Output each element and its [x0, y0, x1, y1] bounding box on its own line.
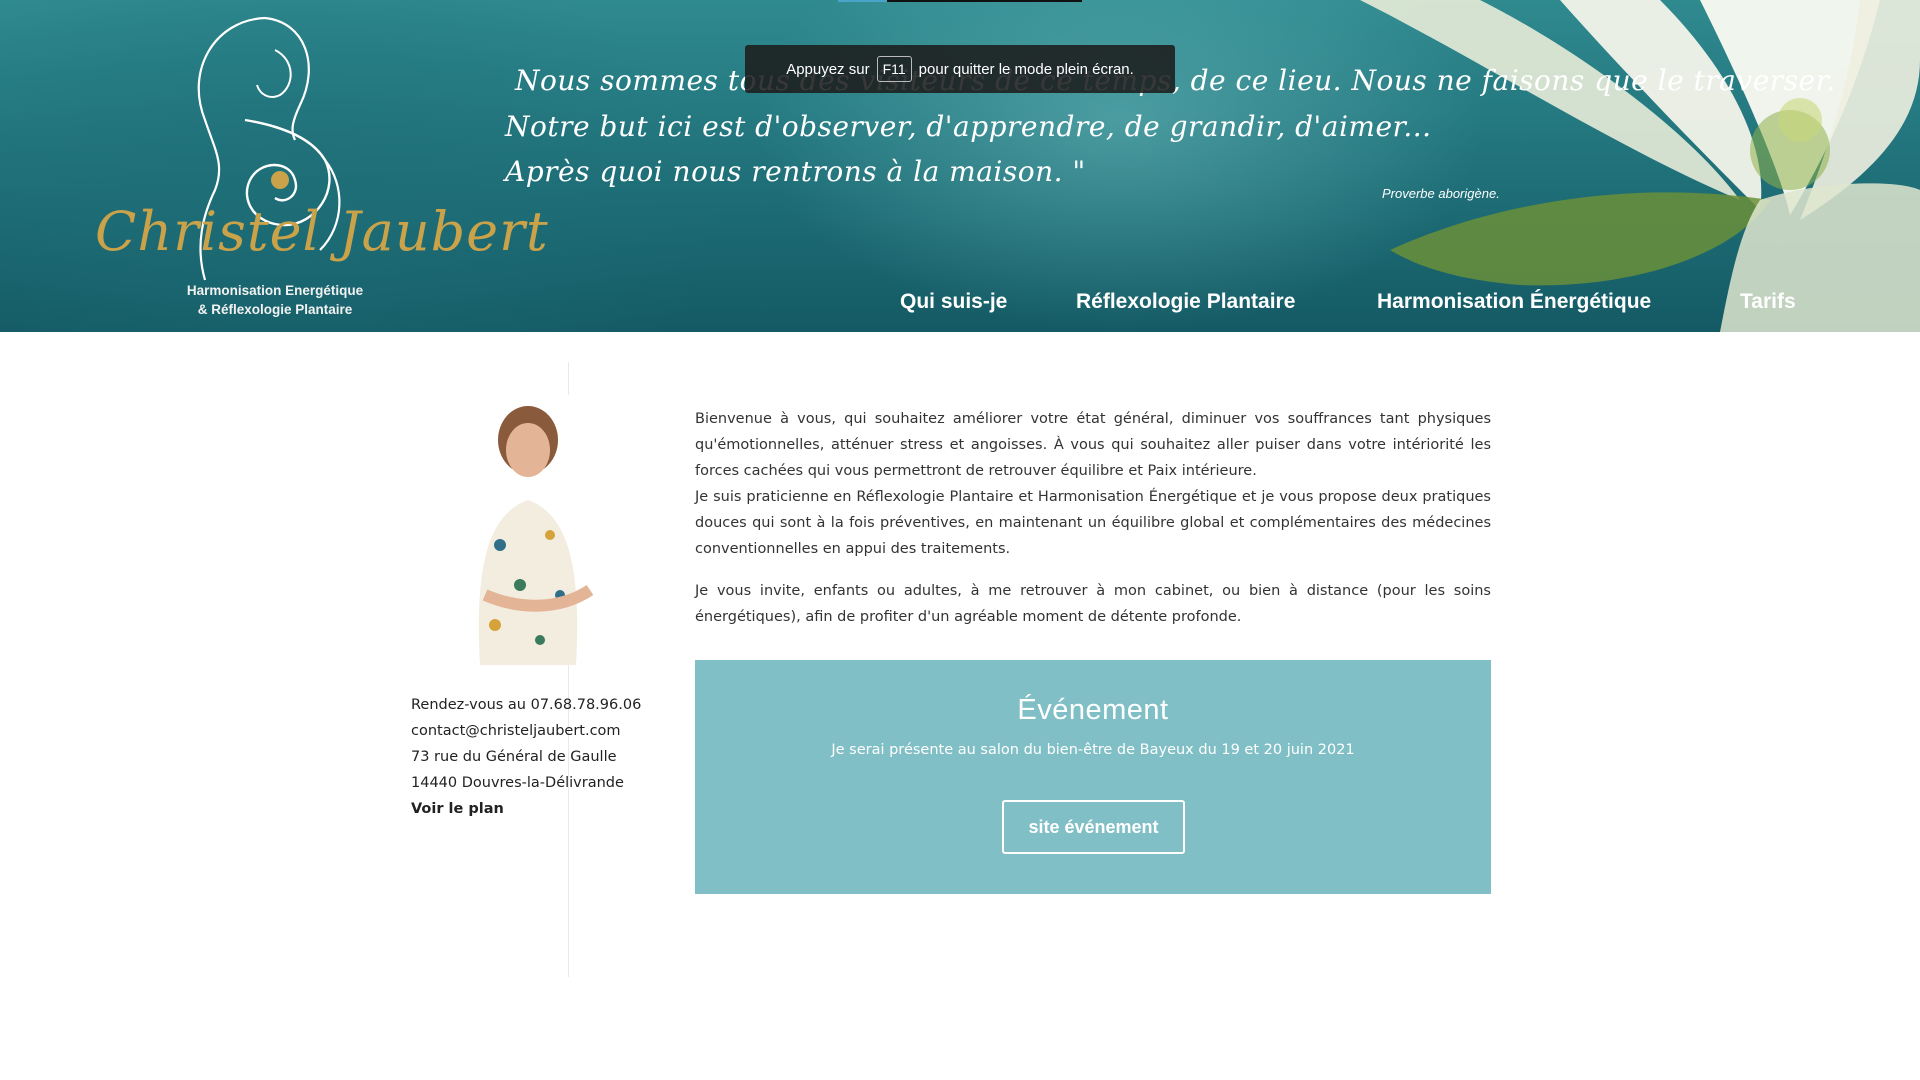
quote-source: Proverbe aborigène. — [1382, 186, 1500, 201]
main-nav: Qui suis-je Réflexologie Plantaire Harmo… — [0, 290, 1920, 320]
contact-city: 14440 Douvres-la-Délivrande — [411, 775, 624, 791]
intro-p1: Bienvenue à vous, qui souhaitez améliore… — [695, 411, 1491, 479]
portrait-photo — [440, 395, 620, 665]
nav-item-reflexologie[interactable]: Réflexologie Plantaire — [1076, 290, 1295, 314]
nav-item-tarifs[interactable]: Tarifs — [1740, 290, 1796, 314]
contact-phone[interactable]: Rendez-vous au 07.68.78.96.06 — [411, 697, 641, 713]
intro-paragraph-invite: Je vous invite, enfants ou adultes, à me… — [695, 583, 1491, 625]
f11-key: F11 — [876, 56, 912, 82]
quote-line-2: Notre but ici est d'observer, d'apprendr… — [505, 110, 1432, 143]
pregnant-woman-spiral-icon[interactable] — [95, 10, 455, 325]
logo-name: Christel Jaubert — [95, 200, 549, 263]
intro-p2: Je suis praticienne en Réflexologie Plan… — [695, 489, 1491, 557]
event-box: Événement Je serai présente au salon du … — [695, 660, 1491, 894]
fullscreen-progress-bar — [838, 0, 1082, 2]
quote-line-3: Après quoi nous rentrons à la maison. " — [505, 155, 1086, 188]
fullscreen-notice: Appuyez sur F11 pour quitter le mode ple… — [745, 45, 1175, 93]
nav-item-qui-suis-je[interactable]: Qui suis-je — [900, 290, 1007, 314]
contact-street: 73 rue du Général de Gaulle — [411, 749, 617, 765]
intro-paragraph: Bienvenue à vous, qui souhaitez améliore… — [695, 406, 1491, 562]
fullscreen-notice-after: pour quitter le mode plein écran. — [918, 60, 1134, 78]
event-site-button[interactable]: site événement — [1002, 800, 1185, 854]
nav-item-harmonisation[interactable]: Harmonisation Énergétique — [1377, 290, 1651, 314]
view-map-link[interactable]: Voir le plan — [411, 801, 504, 817]
fullscreen-progress-fill — [838, 0, 887, 2]
intro-text: Bienvenue à vous, qui souhaitez améliore… — [695, 406, 1491, 646]
event-text: Je serai présente au salon du bien-être … — [831, 742, 1355, 758]
quote-line-1: Nous sommes tous des visiteurs de ce tem… — [515, 64, 1836, 97]
fullscreen-notice-before: Appuyez sur — [786, 60, 870, 78]
contact-email[interactable]: contact@christeljaubert.com — [411, 723, 621, 739]
event-title: Événement — [1017, 694, 1169, 726]
